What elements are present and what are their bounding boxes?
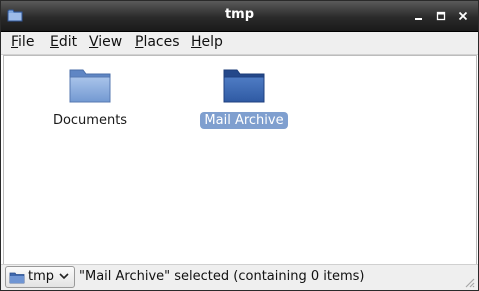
- menu-help[interactable]: Help: [191, 34, 223, 50]
- location-dropdown[interactable]: tmp: [5, 266, 75, 288]
- chevron-down-icon: [59, 273, 69, 280]
- menu-places[interactable]: Places: [135, 34, 180, 50]
- maximize-icon: [436, 11, 446, 21]
- status-bar: tmp "Mail Archive" selected (containing …: [1, 264, 478, 290]
- maximize-button[interactable]: [433, 8, 449, 24]
- menu-places-rest: laces: [143, 34, 180, 50]
- menu-view[interactable]: View: [89, 34, 122, 50]
- menu-edit-mnemonic: E: [50, 34, 59, 50]
- menu-view-mnemonic: V: [89, 34, 99, 50]
- file-item-documents[interactable]: Documents: [40, 66, 140, 129]
- file-item-mail-archive[interactable]: Mail Archive: [194, 66, 294, 129]
- icon-view[interactable]: Documents Mail Archive: [3, 55, 477, 265]
- close-icon: [458, 11, 468, 21]
- folder-icon: [9, 272, 25, 284]
- menu-bar: File Edit View Places Help: [1, 32, 478, 55]
- window-title: tmp: [224, 7, 255, 22]
- menu-file-mnemonic: F: [11, 34, 19, 50]
- folder-icon: [69, 69, 111, 103]
- menu-help-mnemonic: H: [191, 34, 202, 50]
- minimize-icon: [415, 18, 422, 20]
- menu-view-rest: iew: [98, 34, 123, 50]
- menu-edit[interactable]: Edit: [50, 34, 77, 50]
- location-label: tmp: [28, 269, 55, 284]
- title-bar[interactable]: tmp: [1, 1, 478, 32]
- minimize-button[interactable]: [411, 8, 427, 24]
- close-button[interactable]: [455, 8, 471, 24]
- folder-icon: [223, 69, 265, 103]
- file-item-label: Mail Archive: [200, 112, 288, 129]
- menu-file-rest: ile: [18, 34, 35, 50]
- menu-help-rest: elp: [201, 34, 223, 50]
- menu-edit-rest: dit: [58, 34, 78, 50]
- status-message: "Mail Archive" selected (containing 0 it…: [79, 269, 365, 284]
- file-manager-window: tmp File Edit View Places Help Documents…: [0, 0, 479, 291]
- file-item-label: Documents: [52, 113, 128, 128]
- resize-grip-icon[interactable]: [463, 276, 475, 288]
- menu-file[interactable]: File: [11, 34, 34, 50]
